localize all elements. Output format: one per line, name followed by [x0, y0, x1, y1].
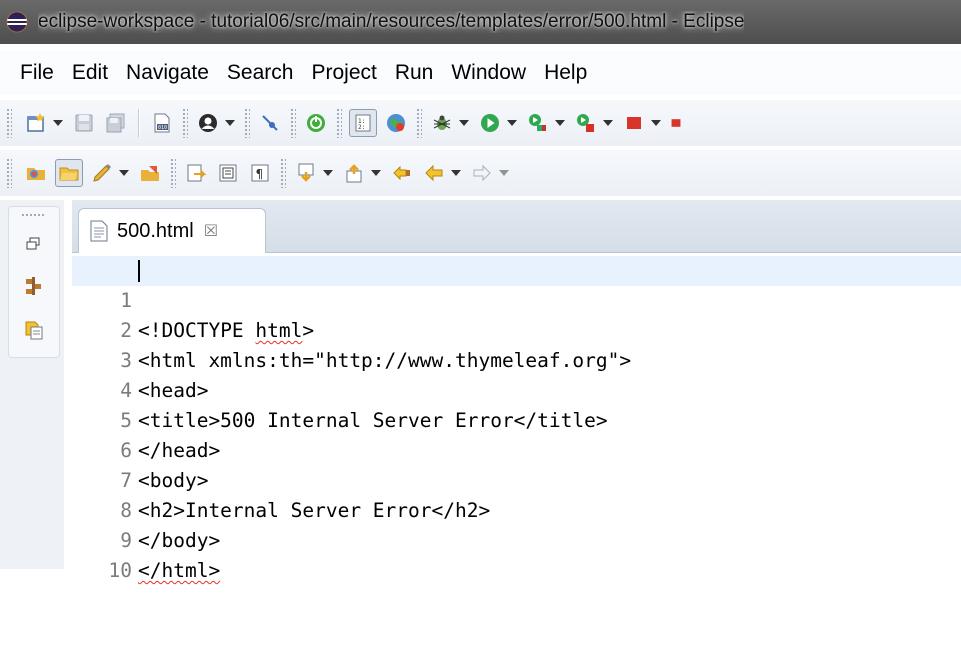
code-editor[interactable]: 1 <!DOCTYPE html> 2 <html xmlns:th="http… — [72, 256, 961, 582]
menu-edit[interactable]: Edit — [63, 51, 117, 95]
terminate-dropdown-icon[interactable] — [650, 110, 662, 136]
minimized-views-stack — [8, 206, 60, 358]
secondary-toolbar: ¶ — [0, 150, 961, 196]
menu-run[interactable]: Run — [386, 51, 443, 95]
svg-text:2:: 2: — [358, 124, 365, 131]
task-list-icon[interactable] — [23, 319, 45, 341]
window-title-bar[interactable]: eclipse-workspace - tutorial06/src/main/… — [0, 0, 961, 44]
svg-text:010: 010 — [158, 125, 167, 131]
next-annotation-dropdown-icon[interactable] — [322, 160, 334, 186]
back-dropdown-icon[interactable] — [450, 160, 462, 186]
toolbar-grip[interactable] — [280, 158, 286, 188]
terminate-icon[interactable] — [621, 110, 647, 136]
profile-icon[interactable] — [195, 110, 221, 136]
html-file-icon — [90, 220, 108, 242]
code-line[interactable]: 8 </body> — [72, 466, 961, 552]
skip-breakpoints-icon[interactable] — [257, 110, 283, 136]
tab-label: 500.html — [117, 219, 194, 242]
trim-grip[interactable] — [21, 213, 45, 217]
run-icon[interactable] — [477, 110, 503, 136]
editor-tab-strip: 500.html ☒ — [72, 200, 961, 253]
profile-dropdown-icon[interactable] — [224, 110, 236, 136]
save-icon[interactable] — [71, 110, 97, 136]
overflow-icon[interactable] — [669, 110, 683, 136]
menu-bar: File Edit Navigate Search Project Run Wi… — [0, 51, 961, 95]
debug-icon[interactable] — [429, 110, 455, 136]
new-wizard-icon[interactable] — [23, 110, 49, 136]
code-line[interactable]: 1 <!DOCTYPE html> — [72, 256, 961, 342]
highlight-icon[interactable] — [89, 160, 115, 186]
svg-text:¶: ¶ — [256, 167, 264, 181]
code-line[interactable]: 7 <h2>Internal Server Error</h2> — [72, 436, 961, 522]
debug-dropdown-icon[interactable] — [458, 110, 470, 136]
toolbar-grip[interactable] — [170, 158, 176, 188]
previous-annotation-icon[interactable] — [341, 160, 367, 186]
external-tools-icon[interactable] — [573, 110, 599, 136]
menu-file[interactable]: File — [0, 51, 63, 95]
text-cursor — [138, 260, 140, 282]
forward-icon[interactable] — [469, 160, 495, 186]
open-type-icon[interactable] — [55, 159, 83, 187]
toggle-block-selection-icon[interactable]: 1: 2: — [349, 109, 377, 137]
spring-boot-icon[interactable] — [303, 110, 329, 136]
code-line[interactable]: 10 — [72, 526, 961, 582]
editor-area: 500.html ☒ 1 <!DOCTYPE html> 2 <html xml… — [72, 200, 961, 582]
toolbar-grip[interactable] — [336, 108, 342, 138]
toolbar-grip[interactable] — [290, 108, 296, 138]
toolbar-grip[interactable] — [6, 158, 12, 188]
line-text: </html> — [138, 559, 221, 582]
editor-tab-500-html[interactable]: 500.html ☒ — [78, 208, 266, 253]
menu-search[interactable]: Search — [218, 51, 303, 95]
code-line[interactable]: 2 <html xmlns:th="http://www.thymeleaf.o… — [72, 286, 961, 372]
web-browser-icon[interactable] — [383, 110, 409, 136]
toolbar-grip[interactable] — [6, 108, 12, 138]
paragraph-icon[interactable]: ¶ — [247, 160, 273, 186]
code-line[interactable]: 6 <body> — [72, 406, 961, 492]
next-annotation-icon[interactable] — [293, 160, 319, 186]
back-icon[interactable] — [421, 160, 447, 186]
forward-dropdown-icon[interactable] — [498, 160, 510, 186]
code-line[interactable]: 5 </head> — [72, 376, 961, 462]
toolbar-grip[interactable] — [182, 108, 188, 138]
coverage-dropdown-icon[interactable] — [554, 110, 566, 136]
package-explorer-icon[interactable] — [23, 275, 45, 297]
menu-help[interactable]: Help — [535, 51, 596, 95]
menu-window[interactable]: Window — [442, 51, 535, 95]
line-number: 10 — [108, 559, 132, 582]
toggle-mark-occurrences-icon[interactable] — [183, 160, 209, 186]
toolbar-grip[interactable] — [244, 108, 250, 138]
last-edit-location-icon[interactable] — [389, 160, 415, 186]
menu-navigate[interactable]: Navigate — [117, 51, 218, 95]
toolbar-separator — [138, 109, 140, 137]
code-line[interactable]: 9 </html> — [72, 496, 961, 582]
restore-icon[interactable] — [23, 233, 45, 255]
open-task-icon[interactable] — [137, 160, 163, 186]
left-trim-stack — [0, 200, 64, 569]
window-title: eclipse-workspace - tutorial06/src/main/… — [38, 11, 745, 32]
main-toolbar: 010 1: 2: — [0, 100, 961, 146]
open-folder-icon[interactable] — [23, 160, 49, 186]
run-dropdown-icon[interactable] — [506, 110, 518, 136]
external-tools-dropdown-icon[interactable] — [602, 110, 614, 136]
eclipse-app-icon — [6, 11, 28, 33]
toolbar-grip[interactable] — [416, 108, 422, 138]
show-whitespace-icon[interactable] — [215, 160, 241, 186]
save-all-icon[interactable] — [103, 110, 129, 136]
code-line[interactable]: 3 <head> — [72, 316, 961, 402]
new-dropdown-icon[interactable] — [52, 110, 64, 136]
code-line[interactable]: 4 <title>500 Internal Server Error</titl… — [72, 346, 961, 432]
previous-annotation-dropdown-icon[interactable] — [370, 160, 382, 186]
highlight-dropdown-icon[interactable] — [118, 160, 130, 186]
menu-project[interactable]: Project — [302, 51, 385, 95]
run-coverage-icon[interactable] — [525, 110, 551, 136]
binary-file-icon[interactable]: 010 — [149, 110, 175, 136]
close-tab-icon[interactable]: ☒ — [204, 221, 218, 241]
